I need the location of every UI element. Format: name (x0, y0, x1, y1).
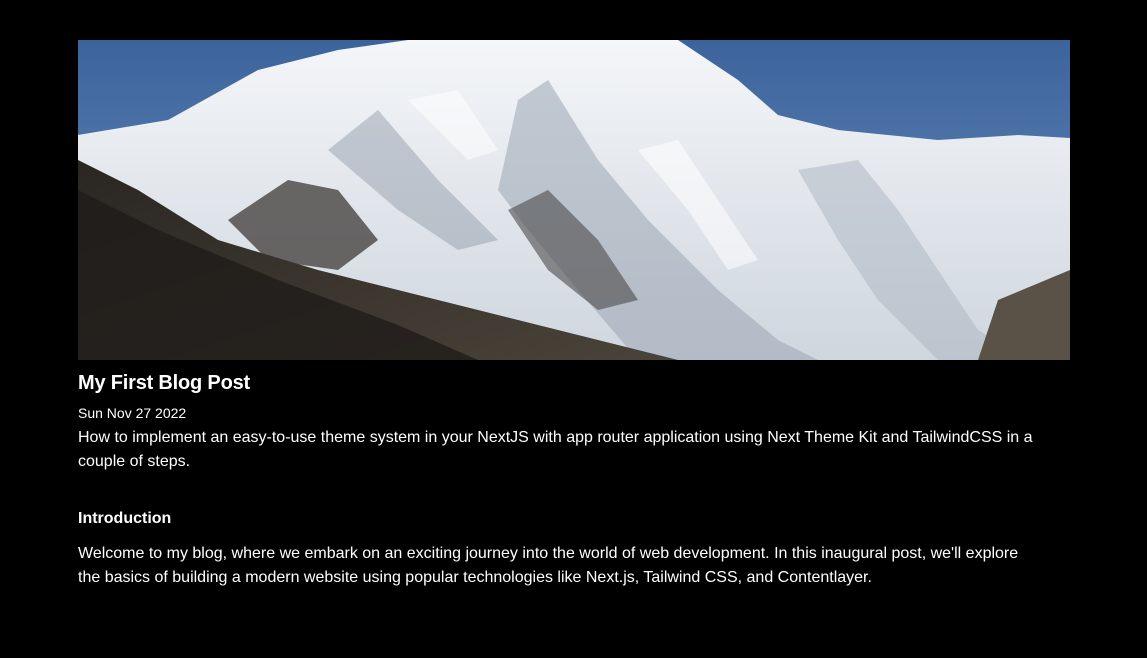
post-summary: How to implement an easy-to-use theme sy… (78, 429, 1033, 470)
post-title: My First Blog Post (78, 372, 250, 394)
blog-post: My First Blog Post Sun Nov 27 2022 How t… (78, 40, 1070, 590)
section-heading-introduction: Introduction (78, 510, 172, 527)
post-body-paragraph: Welcome to my blog, where we embark on a… (78, 545, 1019, 586)
post-date: Sun Nov 27 2022 (78, 405, 187, 421)
mountain-image (78, 40, 1070, 360)
cover-image (78, 40, 1070, 360)
